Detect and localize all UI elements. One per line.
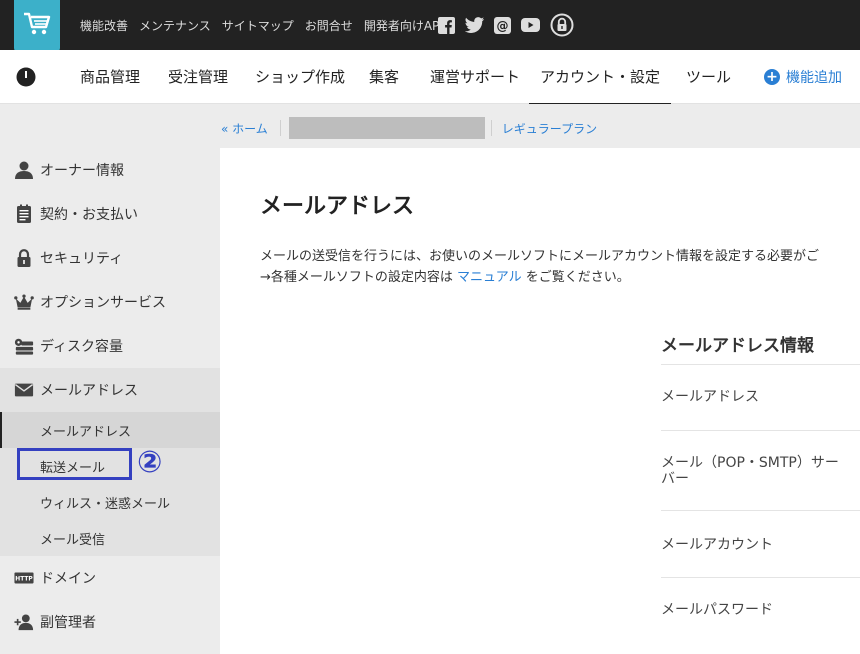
cart-icon <box>22 11 52 41</box>
toplink-sitemap[interactable]: サイトマップ <box>222 17 294 34</box>
at-icon[interactable]: @ <box>494 16 511 34</box>
description-line-2: →各種メールソフトの設定内容は マニュアル をご覧ください。 <box>260 267 819 288</box>
info-row-mail-server: メール（POP・SMTP）サーバー <box>661 430 860 510</box>
person-icon <box>14 160 34 180</box>
info-row-label: メールパスワード <box>661 602 773 618</box>
sidebar: オーナー情報 契約・お支払い セキュリティ オプションサービス ディスク容量 メ… <box>0 148 220 644</box>
sidebar-item-label: オーナー情報 <box>40 163 124 179</box>
sidebar-item-label: ドメイン <box>40 571 96 587</box>
nav-account-settings[interactable]: アカウント・設定 <box>529 50 671 105</box>
sidebar-item-label: 契約・お支払い <box>40 207 138 223</box>
lock-icon <box>14 248 34 268</box>
nav-tools[interactable]: ツール <box>686 50 731 104</box>
nav-shop-builder[interactable]: ショップ作成 <box>255 50 345 104</box>
info-row-mail-account: メールアカウント <box>661 510 860 577</box>
mail-icon <box>14 380 34 400</box>
mail-info-heading: メールアドレス情報 <box>661 336 814 356</box>
page-description: メールの送受信を行うには、お使いのメールソフトにメールアカウント情報を設定する必… <box>260 246 819 288</box>
twitter-icon[interactable] <box>465 17 484 33</box>
sidebar-item-label: セキュリティ <box>40 251 124 267</box>
social-links: @ <box>438 13 584 37</box>
info-row-label: メール（POP・SMTP）サーバー <box>661 455 839 487</box>
mail-submenu: メールアドレス 転送メール ウィルス・迷惑メール メール受信 <box>0 412 220 556</box>
sidebar-item-option-services[interactable]: オプションサービス <box>0 280 220 324</box>
add-user-icon <box>14 612 34 632</box>
youtube-icon[interactable] <box>521 18 540 32</box>
description-text: →各種メールソフトの設定内容は <box>260 270 458 285</box>
sidebar-item-contract-payment[interactable]: 契約・お支払い <box>0 192 220 236</box>
sidebar-item-mail-address[interactable]: メールアドレス <box>0 368 220 412</box>
submenu-mail-receiving[interactable]: メール受信 <box>0 520 220 556</box>
redacted-shop-name <box>288 117 485 139</box>
description-line-1: メールの送受信を行うには、お使いのメールソフトにメールアカウント情報を設定する必… <box>260 249 820 264</box>
sidebar-item-label: ディスク容量 <box>40 339 124 355</box>
submenu-virus-spam[interactable]: ウィルス・迷惑メール <box>0 484 220 520</box>
document-icon <box>14 204 34 224</box>
crown-icon <box>14 292 34 312</box>
annotation-step-marker: ② <box>137 445 163 480</box>
sidebar-item-label: メールアドレス <box>40 383 138 399</box>
breadcrumb-plan-link[interactable]: レギュラープラン <box>502 120 597 137</box>
svg-text:HTTP: HTTP <box>15 577 33 583</box>
main-content: メールアドレス メールの送受信を行うには、お使いのメールソフトにメールアカウント… <box>220 148 860 654</box>
info-row-mail-address: メールアドレス <box>661 364 860 430</box>
toplink-maintenance[interactable]: メンテナンス <box>139 17 211 34</box>
page-title: メールアドレス <box>260 194 415 219</box>
utility-links: 機能改善 メンテナンス サイトマップ お問合せ 開発者向けAPI <box>80 0 454 50</box>
breadcrumb: « ホーム レギュラープラン <box>221 116 597 140</box>
toplink-contact[interactable]: お問合せ <box>305 17 353 34</box>
annotation-highlight-box <box>17 448 132 480</box>
nav-support[interactable]: 運営サポート <box>430 50 520 104</box>
http-icon: HTTP <box>14 568 34 588</box>
toplink-developer-api[interactable]: 開発者向けAPI <box>364 17 443 34</box>
breadcrumb-divider <box>279 120 281 136</box>
manual-link[interactable]: マニュアル <box>457 270 522 285</box>
description-text: をご覧ください。 <box>521 270 630 285</box>
top-bar: 機能改善 メンテナンス サイトマップ お問合せ 開発者向けAPI @ <box>0 0 860 52</box>
sidebar-item-domain[interactable]: HTTP ドメイン <box>0 556 220 600</box>
sidebar-item-disk-capacity[interactable]: ディスク容量 <box>0 324 220 368</box>
facebook-icon[interactable] <box>438 16 455 34</box>
nav-products[interactable]: 商品管理 <box>80 50 140 104</box>
breadcrumb-divider <box>490 120 492 136</box>
plus-circle-icon: + <box>764 69 780 85</box>
main-nav: 商品管理 受注管理 ショップ作成 集客 運営サポート アカウント・設定 ツール … <box>0 50 860 105</box>
sidebar-item-label: オプションサービス <box>40 295 166 311</box>
add-feature-label: 機能追加 <box>786 70 842 86</box>
shop-logo-icon[interactable] <box>16 67 36 91</box>
sidebar-item-sub-admin[interactable]: 副管理者 <box>0 600 220 644</box>
nav-orders[interactable]: 受注管理 <box>168 50 228 104</box>
breadcrumb-home-link[interactable]: « ホーム <box>221 120 268 137</box>
shop-cart-logo[interactable] <box>14 0 60 52</box>
nav-marketing[interactable]: 集客 <box>369 50 399 104</box>
lock-icon[interactable] <box>550 13 574 37</box>
toplink-improvements[interactable]: 機能改善 <box>80 17 128 34</box>
info-row-label: メールアカウント <box>661 537 773 553</box>
svg-text:@: @ <box>497 18 509 32</box>
sidebar-item-label: 副管理者 <box>40 615 96 631</box>
sidebar-item-owner-info[interactable]: オーナー情報 <box>0 148 220 192</box>
sidebar-item-security[interactable]: セキュリティ <box>0 236 220 280</box>
submenu-mail-address[interactable]: メールアドレス <box>0 412 220 448</box>
info-row-mail-password: メールパスワード <box>661 577 860 654</box>
add-feature-button[interactable]: + 機能追加 <box>764 50 842 104</box>
disk-icon <box>14 336 34 356</box>
info-row-label: メールアドレス <box>661 389 759 405</box>
